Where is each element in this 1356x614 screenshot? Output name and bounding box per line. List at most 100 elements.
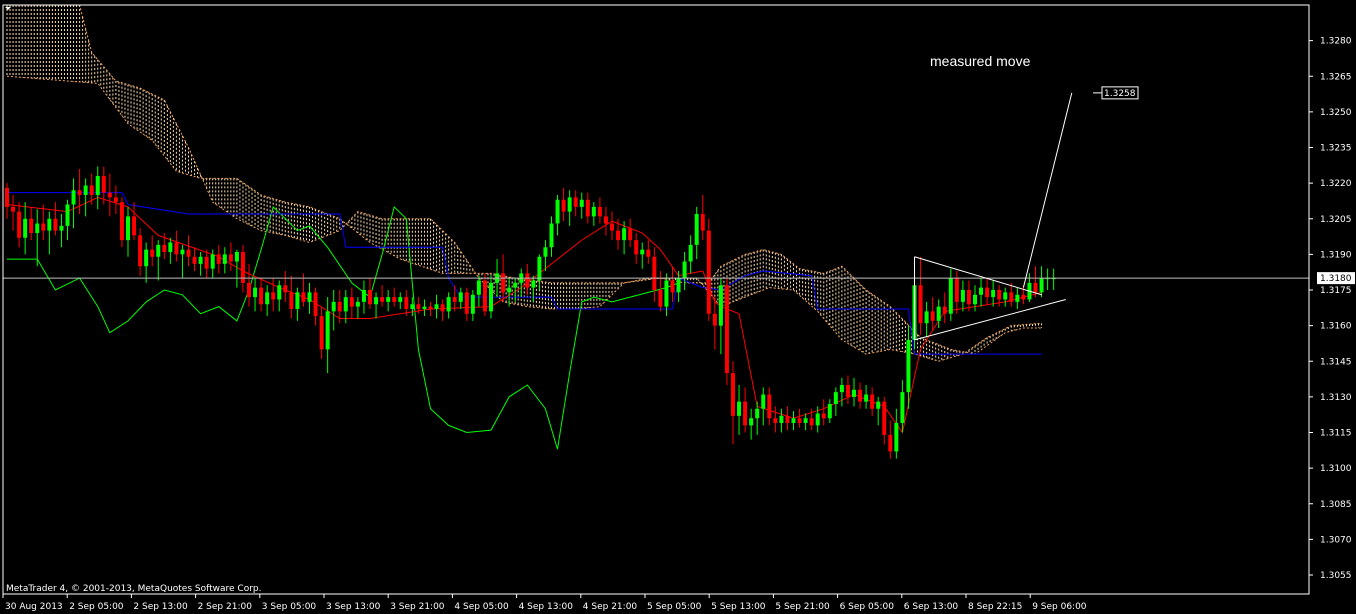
candle-body (192, 256, 197, 264)
candle-body (132, 216, 137, 236)
candle-body (821, 413, 826, 419)
candle-body (168, 242, 173, 252)
candle-body (979, 287, 984, 295)
candle-body (446, 297, 451, 312)
candle-body (549, 223, 554, 248)
x-tick-label: 8 Sep 22:15 (968, 602, 1022, 612)
candle-body (222, 254, 227, 264)
candle-body (325, 311, 330, 350)
candle-body (470, 294, 475, 314)
x-tick-label: 3 Sep 21:00 (390, 602, 445, 612)
candle-body (610, 223, 614, 231)
y-tick-label: 1.3235 (1320, 144, 1352, 154)
candle-body (392, 297, 397, 302)
candle-body (852, 389, 856, 397)
candle-body (422, 306, 427, 309)
candle-body (271, 292, 276, 300)
candle-body (767, 394, 772, 419)
candle-body (228, 254, 233, 262)
candle-body (452, 297, 457, 302)
candle-body (77, 190, 82, 195)
x-tick-label: 3 Sep 13:00 (326, 602, 381, 612)
candle-body (1015, 294, 1020, 302)
candle-body (11, 206, 16, 212)
copyright-text: MetaTrader 4, © 2001-2013, MetaQuotes So… (6, 584, 262, 594)
target-label: 1.3258 (1104, 89, 1136, 99)
candle-body (253, 287, 258, 298)
candle-body (1021, 294, 1026, 300)
candle-body (71, 190, 76, 205)
x-tick-label: 9 Sep 06:00 (1032, 602, 1087, 612)
candle-body (458, 292, 463, 302)
candle-body (585, 199, 590, 217)
candle-body (138, 235, 143, 267)
candle-body (404, 297, 409, 309)
y-tick-label: 1.3220 (1320, 179, 1352, 189)
candle-body (718, 285, 723, 326)
y-tick-label: 1.3280 (1320, 37, 1352, 47)
candle-body (119, 202, 124, 241)
candle-body (616, 230, 621, 241)
candle-body (301, 292, 306, 302)
candle-body (150, 249, 155, 257)
y-tick-label: 1.3145 (1320, 357, 1352, 367)
candle-body (888, 434, 893, 452)
candle-body (942, 306, 947, 314)
candle-body (948, 278, 953, 314)
candle-body (410, 304, 415, 309)
candle-body (997, 290, 1002, 300)
candle-body (295, 292, 300, 309)
y-tick-label: 1.3070 (1320, 535, 1352, 545)
candle-body (83, 185, 88, 195)
candle-body (313, 292, 318, 317)
candle-body (144, 249, 149, 267)
candle-body (779, 415, 784, 423)
candle-body (561, 199, 566, 212)
x-tick-label: 2 Sep 21:00 (198, 602, 253, 612)
candle-body (658, 290, 663, 307)
candle (724, 278, 729, 385)
candle-body (47, 218, 52, 231)
candle-body (113, 197, 118, 203)
candle-body (416, 304, 421, 309)
candle-body (482, 280, 487, 312)
candle-body (355, 301, 360, 307)
y-tick-label: 1.3160 (1320, 322, 1352, 332)
candle-body (180, 249, 185, 255)
candle-body (476, 280, 481, 295)
candle-body (525, 273, 530, 288)
candle-body (688, 244, 693, 262)
candle-body (985, 287, 990, 298)
candle-body (749, 418, 754, 426)
candle-body (489, 282, 493, 312)
x-tick-label: 5 Sep 05:00 (647, 602, 702, 612)
y-tick-label: 1.3085 (1320, 500, 1352, 510)
y-tick-label: 1.3175 (1320, 286, 1352, 296)
candle-body (737, 401, 742, 416)
candle-body (349, 297, 354, 307)
candle-body (845, 385, 850, 397)
candle-body (23, 218, 28, 238)
candle-body (507, 287, 512, 293)
candle-body (966, 290, 971, 305)
candle-body (640, 249, 645, 255)
candle-body (265, 292, 270, 305)
annotation-label: measured move (930, 53, 1031, 69)
candle-body (731, 373, 735, 416)
candle-body (664, 280, 669, 307)
candle-body (676, 278, 681, 293)
candle-body (331, 301, 336, 312)
candle-body (924, 311, 929, 324)
candle-body (894, 423, 899, 452)
candle-body (761, 394, 766, 409)
candle (119, 197, 124, 248)
candle-body (361, 290, 366, 302)
candle-body (343, 297, 348, 312)
candle-body (906, 339, 911, 393)
candle-body (973, 294, 977, 305)
candle-body (1003, 292, 1008, 300)
candle-body (706, 230, 711, 314)
candle-body (870, 394, 875, 409)
candle-body (876, 401, 881, 409)
candle-body (380, 297, 385, 302)
